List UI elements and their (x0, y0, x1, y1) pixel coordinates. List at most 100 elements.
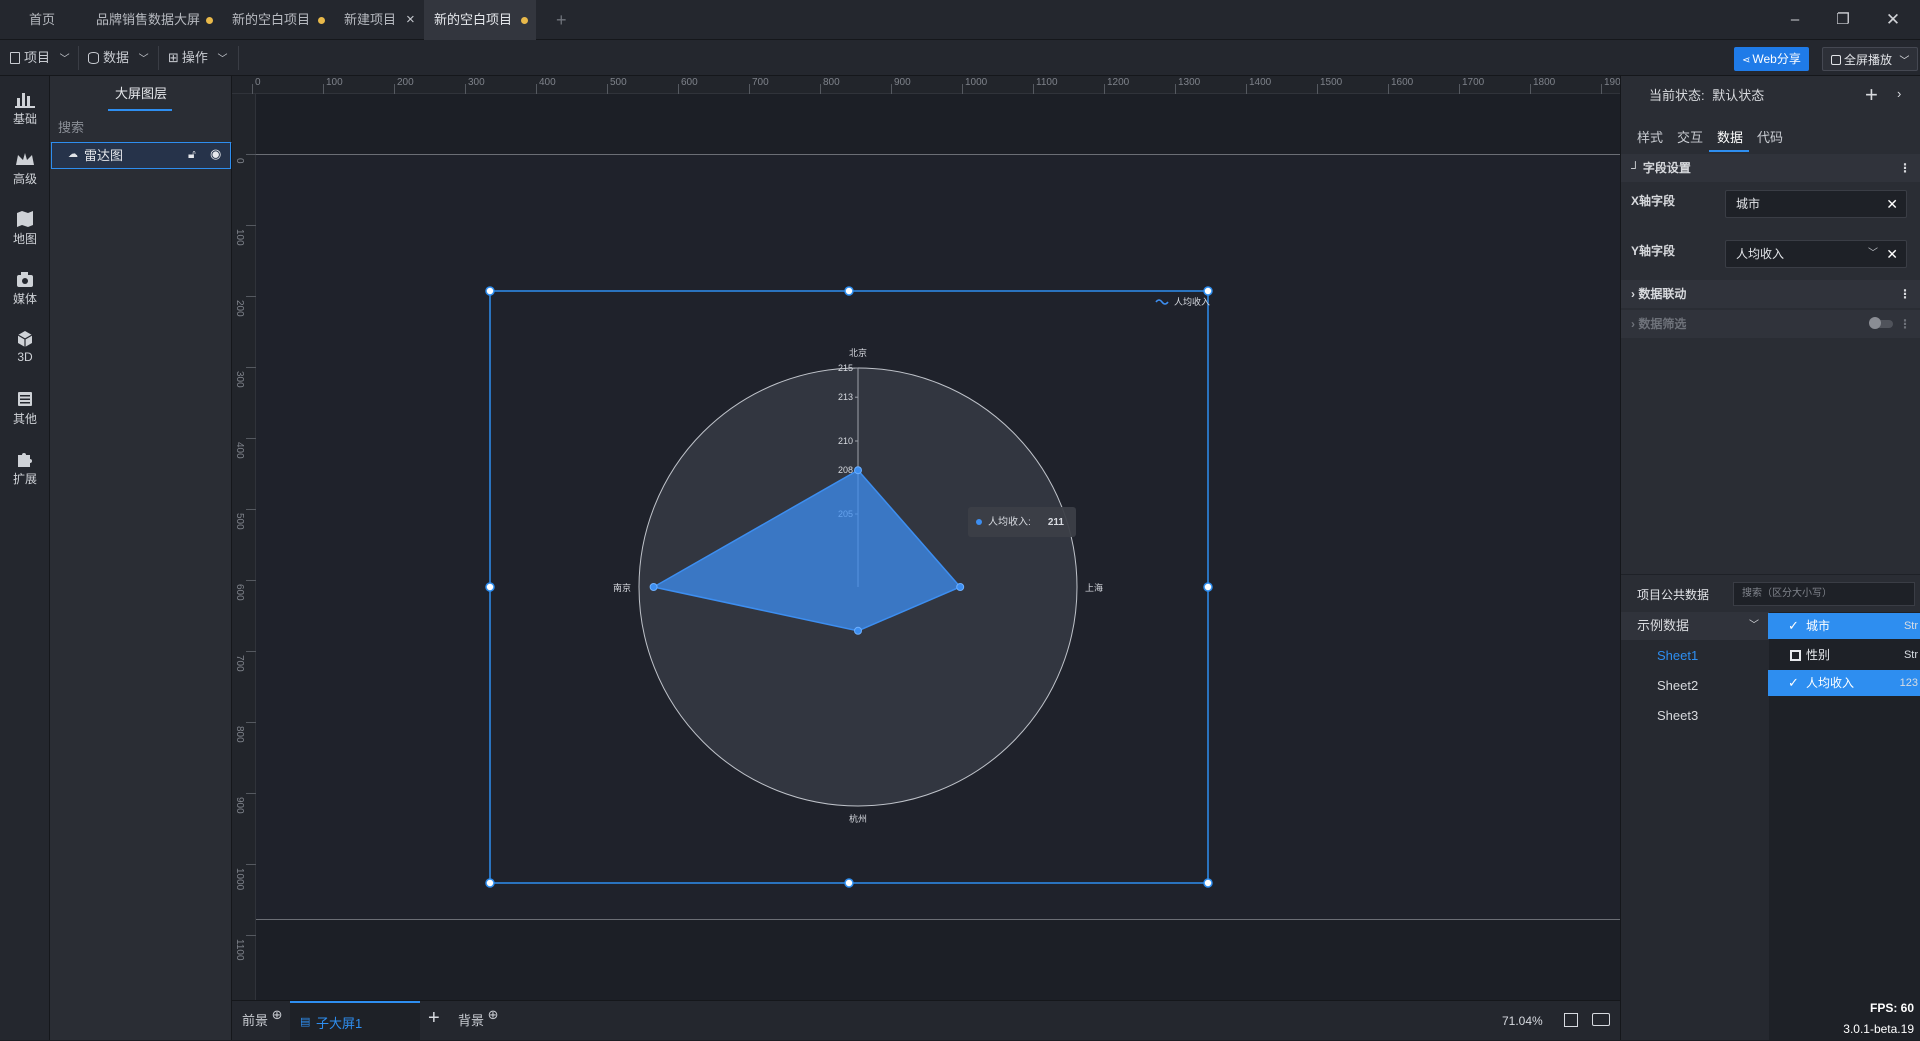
x-field-select[interactable]: 城市 ✕ (1725, 190, 1907, 218)
eye-icon[interactable]: ◉ (210, 146, 221, 162)
chevron-down-icon: ﹀ (1899, 56, 1910, 67)
layer-item[interactable]: ☁ 雷达图 🔓︎ ◉ (51, 142, 231, 169)
ruler-label: 1700 (1462, 77, 1485, 88)
web-share-button[interactable]: ⋖ Web分享 (1734, 47, 1809, 71)
close-window-icon[interactable]: ✕ (1870, 0, 1916, 40)
tooltip-label: 人均收入: (988, 515, 1031, 528)
minimize-icon[interactable]: – (1772, 0, 1818, 40)
background-tab[interactable]: 背景 ⊕ (458, 1001, 499, 1041)
public-data-title: 项目公共数据 (1637, 588, 1710, 602)
radar-point[interactable] (649, 583, 658, 591)
fit-screen-icon[interactable] (1564, 1013, 1578, 1027)
ruler-label: 1100 (234, 939, 245, 961)
tab-interaction[interactable]: 交互 (1677, 124, 1703, 152)
restore-icon[interactable]: ❐ (1820, 0, 1866, 40)
public-data-search-input[interactable]: 搜索（区分大小写） (1733, 582, 1915, 606)
sheet-item-1[interactable]: Sheet1 (1621, 642, 1769, 670)
ruler-label: 1300 (1178, 77, 1201, 88)
column-item-gender[interactable]: 性别 Str (1768, 642, 1920, 668)
radar-point[interactable] (854, 466, 862, 475)
tab-brand-sales[interactable]: 品牌销售数据大屏 (84, 0, 220, 40)
ruler-vertical: 0 100 200 300 400 500 600 700 800 900 1000 1100 (232, 94, 256, 1000)
column-item-city[interactable]: ✓ 城市 Str (1768, 613, 1920, 639)
y-field-select[interactable]: 人均收入 ﹀ ✕ (1725, 240, 1907, 268)
divider (238, 46, 239, 70)
tab-blank-project-active[interactable]: 新的空白项目 (424, 0, 536, 40)
radar-point[interactable] (854, 626, 862, 635)
foreground-tab[interactable]: 前景 ⊕ (242, 1001, 283, 1041)
category-3d[interactable]: 3D (0, 322, 50, 374)
clear-icon[interactable]: ✕ (1886, 191, 1898, 217)
ruler-tick (246, 722, 256, 723)
chevron-down-icon[interactable]: ﹀ (1868, 241, 1878, 267)
add-tab-button[interactable]: + (544, 0, 574, 40)
ruler-label: 800 (234, 726, 245, 743)
state-label: 当前状态: (1649, 88, 1705, 103)
ruler-label: 1000 (965, 77, 988, 88)
category-map[interactable]: 地图 (0, 202, 50, 254)
resize-handle[interactable] (1203, 582, 1213, 592)
dataset-item[interactable]: 示例数据 ﹀ (1621, 612, 1769, 640)
data-link-header[interactable]: › 数据联动 ⋮ (1621, 280, 1920, 308)
screen-canvas[interactable]: 人均收入205208210213215北京上海杭州南京人均收入:211 (256, 154, 1620, 920)
tab-blank-project-1[interactable]: 新的空白项目 (220, 0, 332, 40)
radar-point[interactable] (956, 583, 965, 591)
tab-label: 新建项目 (344, 12, 397, 27)
resize-handle[interactable] (1203, 286, 1213, 296)
tab-data[interactable]: 数据 (1717, 124, 1743, 152)
tab-label: 子大屏1 (316, 1016, 363, 1031)
radar-chart-icon: ☁ (68, 149, 78, 160)
resize-handle[interactable] (485, 582, 495, 592)
tab-style[interactable]: 样式 (1637, 124, 1663, 152)
sheet-item-3[interactable]: Sheet3 (1621, 702, 1769, 730)
layer-search-input[interactable]: 搜索 (58, 116, 224, 140)
sheet-item-2[interactable]: Sheet2 (1621, 672, 1769, 700)
tab-code[interactable]: 代码 (1757, 124, 1783, 152)
category-basic[interactable]: 基础 (0, 82, 50, 134)
operation-menu[interactable]: ⊞ 操作 ﹀ (168, 40, 228, 76)
resize-handle[interactable] (844, 878, 854, 888)
more-icon[interactable]: ⋮ (1899, 280, 1911, 308)
fullscreen-play-button[interactable]: 全屏播放 ﹀ (1822, 47, 1919, 71)
add-subscreen-button[interactable]: + (428, 1007, 440, 1030)
ruler-label: 1500 (1320, 77, 1343, 88)
radar-chart[interactable]: 人均收入205208210213215北京上海杭州南京人均收入:211 (256, 155, 1620, 921)
category-media[interactable]: 媒体 (0, 262, 50, 314)
more-icon[interactable]: ⋮ (1899, 310, 1911, 338)
radar-axis-label: 213 (838, 392, 853, 402)
map-icon (17, 211, 33, 227)
data-menu[interactable]: 数据 ﹀ (88, 40, 149, 76)
zoom-level[interactable]: 71.04% (1502, 1001, 1543, 1041)
tab-home[interactable]: 首页 (0, 0, 84, 40)
tab-new-project[interactable]: 新建项目 × (332, 0, 424, 40)
canvas-area[interactable]: 0 100 200 300 400 500 600 700 800 900 1000 1100 1200… (232, 76, 1620, 1000)
column-item-income[interactable]: ✓ 人均收入 123 (1768, 670, 1920, 696)
add-circle-icon[interactable]: ⊕ (272, 1007, 283, 1022)
project-menu[interactable]: 项目 ﹀ (10, 40, 70, 76)
keyboard-icon[interactable] (1592, 1013, 1610, 1026)
ruler-label: 300 (234, 371, 245, 388)
tab-label: 品牌销售数据大屏 (96, 12, 201, 27)
unlock-icon[interactable]: 🔓︎ (188, 147, 196, 162)
field-settings-header[interactable]: ┘ 字段设置 ⋮ (1621, 154, 1920, 182)
subscreen-tab[interactable]: ▤ 子大屏1 (290, 1001, 420, 1041)
puzzle-icon (18, 453, 32, 467)
clear-icon[interactable]: ✕ (1886, 241, 1898, 267)
category-extension[interactable]: 扩展 (0, 442, 50, 494)
ruler-tick (246, 864, 256, 865)
resize-handle[interactable] (485, 286, 495, 296)
resize-handle[interactable] (485, 878, 495, 888)
add-circle-icon[interactable]: ⊕ (488, 1007, 499, 1022)
resize-handle[interactable] (844, 286, 854, 296)
ruler-label: 0 (234, 158, 245, 164)
ruler-label: 900 (894, 77, 911, 88)
resize-handle[interactable] (1203, 878, 1213, 888)
ruler-tick (246, 793, 256, 794)
close-icon[interactable]: × (406, 0, 415, 40)
chevron-right-icon[interactable]: › (1897, 86, 1901, 101)
more-icon[interactable]: ⋮ (1899, 154, 1911, 182)
category-advanced[interactable]: 高级 (0, 142, 50, 194)
category-other[interactable]: 其他 (0, 382, 50, 434)
data-filter-header[interactable]: › 数据筛选 ⋮ (1621, 310, 1920, 338)
add-state-button[interactable]: + (1865, 82, 1878, 108)
